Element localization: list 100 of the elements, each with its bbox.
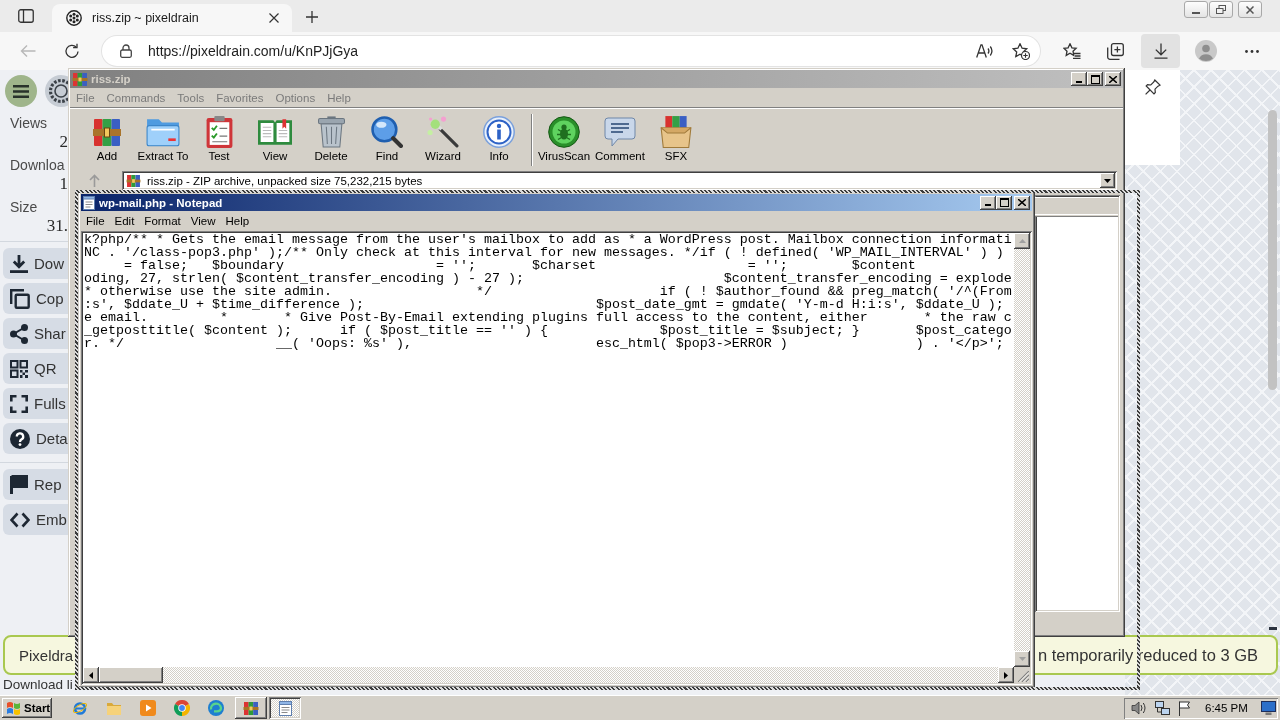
close-button[interactable] xyxy=(1238,1,1262,18)
report-button[interactable]: Rep xyxy=(3,469,68,500)
code-line: :s', $ddate_U + $time_difference ); $post_date_gmt = gmdate( 'Y-m-d H:i:s', $ddate_U ); xyxy=(84,298,1004,311)
browser-icon xyxy=(72,700,88,716)
qr-button[interactable]: QR xyxy=(3,353,68,384)
code-line: k?php/** * Gets the email message from the user's mailbox to add as * a WordPress post. Mailbox connection informati xyxy=(84,233,1012,246)
path-field[interactable]: riss.zip - ZIP archive, unpacked size 75,232,215 bytes xyxy=(122,171,1117,190)
minimize-button[interactable] xyxy=(980,195,996,210)
code-line: e email. * * Give Post-By-Email extending plugins full access to the content, either * the raw c xyxy=(84,311,1012,324)
extract-button[interactable]: Extract To xyxy=(135,110,191,168)
maximize-icon xyxy=(1090,74,1100,84)
restore-button[interactable] xyxy=(1209,1,1233,18)
star-list-icon xyxy=(1063,43,1081,59)
delete-button[interactable]: Delete xyxy=(303,110,359,168)
download-button[interactable]: Dow xyxy=(3,248,68,279)
virus-scan-button[interactable]: VirusScan xyxy=(536,110,592,168)
wizard-button[interactable]: Wizard xyxy=(415,110,471,168)
task-button[interactable] xyxy=(269,697,301,719)
vertical-scrollbar[interactable] xyxy=(1014,233,1030,667)
stat-label: Views xyxy=(9,115,48,132)
restore-icon xyxy=(1216,5,1226,14)
close-icon xyxy=(1109,75,1117,83)
share-button[interactable]: Shar xyxy=(3,318,68,349)
left-triangle-icon xyxy=(89,671,93,679)
fullscreen-button[interactable]: Fulls xyxy=(3,388,68,419)
star-plus-icon xyxy=(1012,42,1030,60)
caret-icon xyxy=(1104,178,1111,183)
minimize-button[interactable] xyxy=(1184,1,1208,18)
reel-icon xyxy=(66,10,82,26)
add-button[interactable]: Add xyxy=(79,110,135,168)
download-icon xyxy=(1153,43,1168,59)
minimize-icon xyxy=(1192,11,1200,14)
profile-button[interactable] xyxy=(1192,37,1220,65)
info-icon xyxy=(483,116,515,148)
maximize-icon xyxy=(999,198,1009,207)
scrollbar-thumb[interactable] xyxy=(99,667,163,683)
menu-item[interactable]: File xyxy=(81,215,110,227)
maximize-button[interactable] xyxy=(996,195,1012,210)
menu-item[interactable]: Edit xyxy=(109,215,140,227)
menu-button[interactable] xyxy=(5,75,37,107)
scroll-up-button[interactable] xyxy=(1014,233,1030,249)
read-aloud-icon xyxy=(976,44,993,58)
details-button[interactable]: Deta xyxy=(3,423,68,454)
downloads-button[interactable] xyxy=(1141,34,1180,68)
start-button[interactable]: Start xyxy=(2,698,52,718)
clock-text: 6:45 PM xyxy=(1205,702,1248,714)
pin-button[interactable] xyxy=(1144,79,1161,95)
menu-item[interactable]: Help xyxy=(220,215,255,227)
books-icon xyxy=(126,174,141,187)
embed-button[interactable]: Emb xyxy=(3,504,68,535)
download-limit-text: Download li xyxy=(3,676,73,694)
more-icon xyxy=(1245,49,1259,53)
flag-icon xyxy=(1178,700,1190,716)
close-button[interactable] xyxy=(1105,72,1121,86)
size-grip-icon xyxy=(1018,671,1029,682)
book-icon xyxy=(258,119,292,145)
browser-tab[interactable]: riss.zip ~ pixeldrain xyxy=(52,4,292,32)
find-button[interactable]: Find xyxy=(359,110,415,168)
folder-icon xyxy=(106,701,122,715)
right-triangle-icon xyxy=(1004,671,1008,679)
swirl-icon xyxy=(208,700,224,716)
sfx-button[interactable]: SFX xyxy=(648,110,704,168)
code-line: * otherwise use the site admin. */ if ( ! $author_found && preg_match( '/^(From xyxy=(84,285,1012,298)
code-icon xyxy=(10,511,30,528)
copy-button[interactable]: Cop xyxy=(3,283,68,314)
window-title: riss.zip xyxy=(91,73,132,85)
task-button[interactable] xyxy=(235,697,267,719)
copy-icon xyxy=(10,288,30,309)
collections-icon xyxy=(1106,42,1124,60)
scroll-right-button[interactable] xyxy=(998,667,1014,683)
tab-title: riss.zip ~ pixeldrain xyxy=(92,11,200,25)
minimize-button[interactable] xyxy=(1071,72,1087,86)
code-line: _getposttitle( $content ); if ( $post_title == '' ) { $post_title = $subject; } $post_catego xyxy=(84,324,1012,337)
wavy-flag-icon xyxy=(6,701,21,715)
scrollbar-thumb[interactable] xyxy=(1268,110,1277,390)
text-area[interactable] xyxy=(83,233,1014,667)
test-button[interactable]: Test xyxy=(191,110,247,168)
menu-item[interactable]: Format xyxy=(139,215,186,227)
dropdown-button[interactable] xyxy=(1100,173,1115,188)
scroll-down-button[interactable] xyxy=(1014,651,1030,667)
lock-icon xyxy=(120,44,132,58)
info-button[interactable]: Info xyxy=(471,110,527,168)
close-icon xyxy=(269,13,279,23)
code-line: r. */ __( 'Oops: %s' ), esc_html( $pop3->ERROR ) ) . '</p>'; xyxy=(84,337,1004,350)
dash-icon xyxy=(1268,627,1277,630)
horizontal-scrollbar[interactable] xyxy=(83,667,1014,683)
scroll-left-button[interactable] xyxy=(83,667,99,683)
speaker-icon xyxy=(1131,701,1147,715)
monitor-icon xyxy=(1261,701,1276,715)
window-title: wp-mail.php - Notepad xyxy=(99,196,224,209)
maximize-button[interactable] xyxy=(1087,72,1103,86)
menu-item[interactable]: View xyxy=(185,215,221,227)
bug-icon xyxy=(548,116,580,148)
close-icon xyxy=(1018,199,1026,206)
comment-button[interactable]: Comment xyxy=(592,110,648,168)
code-line: oding, 27, strlen( $content_transfer_encoding ) - 27 ); $content_transfer_encoding = explode xyxy=(84,272,1012,285)
wheel-icon xyxy=(174,700,190,716)
address-field[interactable]: https://pixeldrain.com/u/KnPJjGya xyxy=(102,36,1040,66)
view-button[interactable]: View xyxy=(247,110,303,168)
close-button[interactable] xyxy=(1014,195,1030,210)
